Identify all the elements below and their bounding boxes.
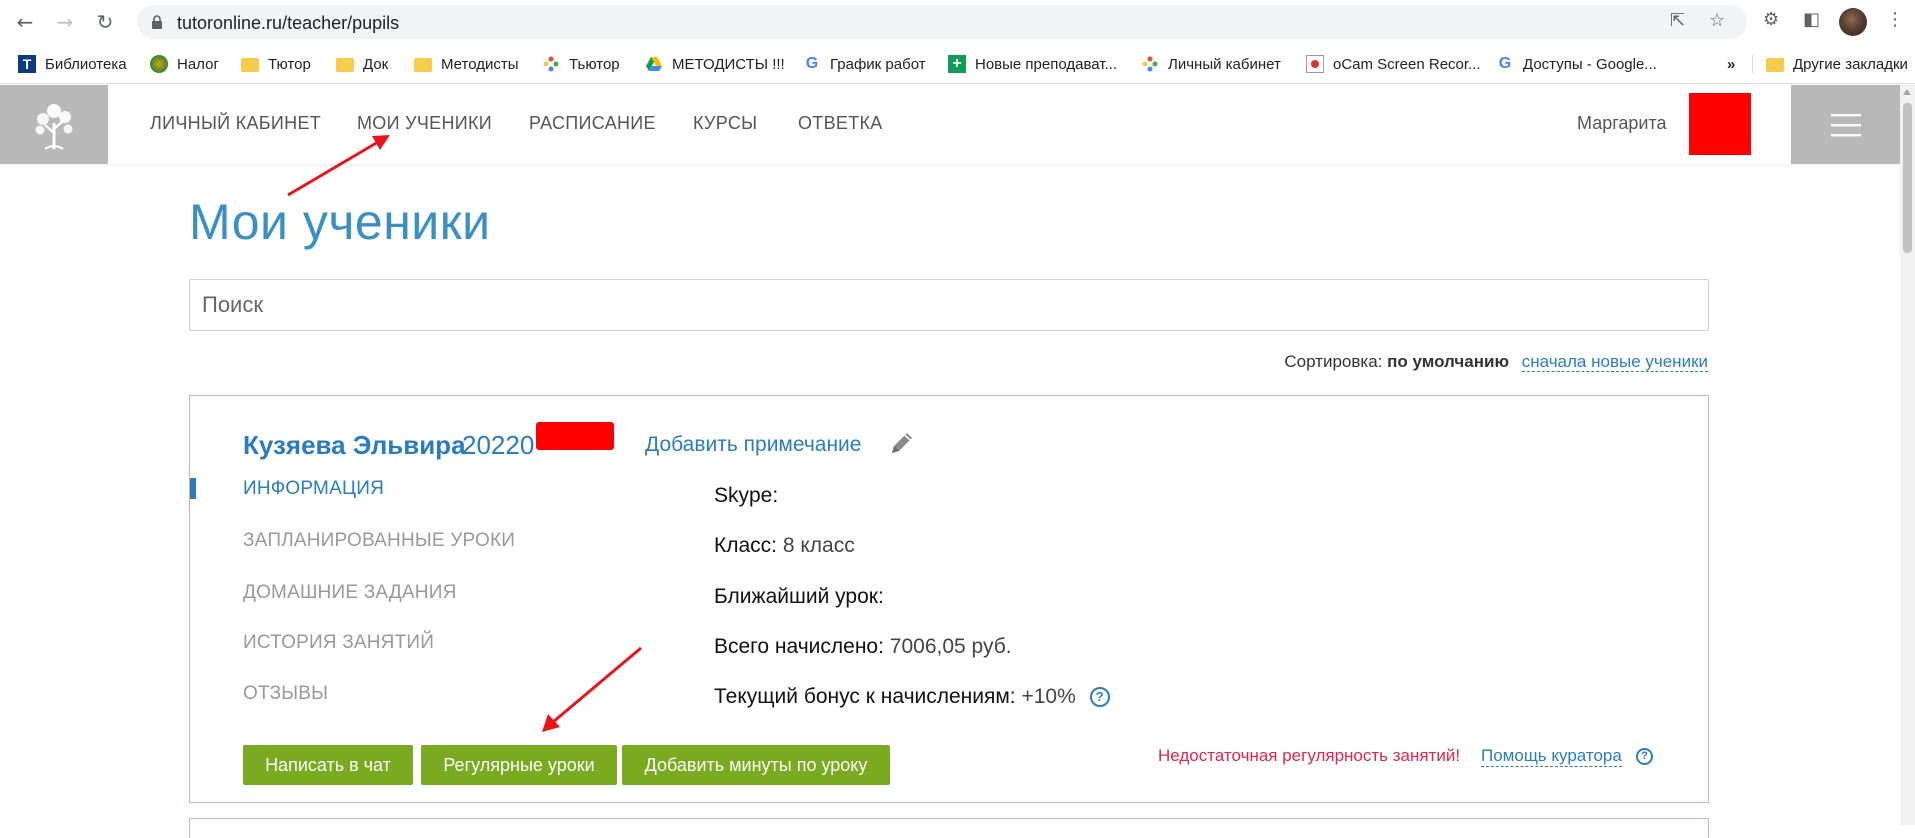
page-scrollbar[interactable] <box>1900 85 1915 825</box>
bookmark-star-icon[interactable]: ☆ <box>1709 12 1725 30</box>
add-minutes-button[interactable]: Добавить минуты по уроку <box>622 745 890 785</box>
ocam-icon <box>1306 55 1324 73</box>
scroll-thumb[interactable] <box>1903 103 1912 253</box>
bookmark-item[interactable]: Налог <box>150 53 219 75</box>
bookmark-item[interactable]: G График работ <box>803 53 926 75</box>
redacted-avatar <box>1689 93 1751 155</box>
regular-lessons-button[interactable]: Регулярные уроки <box>421 745 617 785</box>
active-tab-indicator <box>190 478 196 499</box>
sort-current: по умолчанию <box>1387 352 1509 371</box>
curator-help-link[interactable]: Помощь куратора <box>1481 746 1622 767</box>
site-logo[interactable] <box>0 85 108 164</box>
tab-reviews[interactable]: ОТЗЫВЫ <box>243 683 328 705</box>
info-bonus: Текущий бонус к начислениям: +10% ? <box>714 685 1110 709</box>
folder-icon <box>1766 58 1784 72</box>
forward-icon[interactable]: → <box>54 11 76 33</box>
kebab-menu-icon[interactable]: ⋮ <box>1886 11 1904 29</box>
more-bookmarks-button[interactable]: » <box>1727 53 1735 75</box>
total-value: 7006,05 руб. <box>889 635 1012 658</box>
info-total: Всего начислено: 7006,05 руб. <box>714 635 1012 659</box>
nav-otvetka[interactable]: ОТВЕТКА <box>798 113 883 134</box>
folder-icon <box>336 58 354 72</box>
tree-logo-icon <box>35 103 73 150</box>
side-panel-icon[interactable]: ◧ <box>1803 11 1820 29</box>
tax-globe-icon <box>150 55 168 73</box>
curator-help-icon[interactable]: ? <box>1636 748 1653 765</box>
bookmark-item[interactable]: Тьютор <box>542 53 620 75</box>
bonus-help-icon[interactable]: ? <box>1089 687 1110 708</box>
t-logo-icon: T <box>18 55 36 73</box>
share-icon[interactable]: ⇱ <box>1670 12 1685 30</box>
back-icon[interactable]: ← <box>14 11 36 33</box>
nav-my-pupils[interactable]: МОИ УЧЕНИКИ <box>357 113 492 134</box>
next-pupil-card <box>189 818 1709 838</box>
bookmarks-bar: T Библиотека Налог Тютор Док Методисты Т… <box>0 44 1915 84</box>
bonus-label: Текущий бонус к начислениям: <box>714 685 1016 708</box>
bookmark-item[interactable]: G Доступы - Google... <box>1496 53 1657 75</box>
tab-homework[interactable]: ДОМАШНИЕ ЗАДАНИЯ <box>243 582 457 604</box>
pupil-name[interactable]: Кузяева Эльвира <box>243 430 466 461</box>
scroll-up-icon[interactable] <box>1903 89 1911 95</box>
google-icon: G <box>1498 55 1512 72</box>
reload-icon[interactable]: ↻ <box>94 11 116 33</box>
write-chat-button[interactable]: Написать в чат <box>243 745 413 785</box>
pupil-card: Кузяева Эльвира 20220 Добавить примечани… <box>189 395 1709 803</box>
nav-personal-cabinet[interactable]: ЛИЧНЫЙ КАБИНЕТ <box>150 113 321 134</box>
sort-newest-link[interactable]: сначала новые ученики <box>1521 352 1708 372</box>
bookmark-item[interactable]: Методисты <box>414 53 519 75</box>
sheets-plus-icon: + <box>948 55 966 73</box>
add-note-link[interactable]: Добавить примечание <box>645 433 861 457</box>
pinwheel-icon <box>543 56 559 72</box>
bookmark-item[interactable]: oCam Screen Recor... <box>1306 53 1481 75</box>
redacted-id <box>536 422 614 450</box>
class-label: Класс: <box>714 534 777 557</box>
drive-icon <box>646 57 662 71</box>
tab-scheduled-lessons[interactable]: ЗАПЛАНИРОВАННЫЕ УРОКИ <box>243 530 515 552</box>
folder-icon <box>414 58 432 72</box>
site-header: ЛИЧНЫЙ КАБИНЕТ МОИ УЧЕНИКИ РАСПИСАНИЕ КУ… <box>0 85 1900 164</box>
browser-toolbar: ← → ↻ tutoronline.ru/teacher/pupils ⇱ ☆ … <box>0 0 1915 44</box>
pinwheel-icon <box>1142 56 1158 72</box>
bookmark-item[interactable]: Док <box>336 53 388 75</box>
bonus-value: +10% <box>1021 685 1076 708</box>
page-title: Мои ученики <box>189 194 491 250</box>
bookmark-item[interactable]: + Новые преподават... <box>948 53 1117 75</box>
info-next-lesson: Ближайший урок: <box>714 585 884 609</box>
info-class: Класс: 8 класс <box>714 534 855 558</box>
pupil-id: 20220 <box>462 430 535 460</box>
tab-information[interactable]: ИНФОРМАЦИЯ <box>243 478 384 500</box>
url-text: tutoronline.ru/teacher/pupils <box>177 13 400 33</box>
regularity-warning: Недостаточная регулярность занятий! <box>1158 746 1461 765</box>
sort-control: Сортировка: по умолчанию сначала новые у… <box>1284 352 1708 372</box>
other-bookmarks[interactable]: Другие закладки <box>1766 53 1908 75</box>
next-lesson-label: Ближайший урок: <box>714 585 884 608</box>
nav-courses[interactable]: КУРСЫ <box>693 113 757 134</box>
bookmark-item[interactable]: Личный кабинет <box>1141 53 1281 75</box>
tab-lesson-history[interactable]: ИСТОРИЯ ЗАНЯТИЙ <box>243 632 434 654</box>
pencil-edit-icon[interactable] <box>887 428 917 458</box>
bookmarks-divider <box>1752 55 1753 73</box>
google-icon: G <box>805 55 819 72</box>
total-label: Всего начислено: <box>714 635 884 658</box>
sort-label: Сортировка: <box>1284 352 1383 371</box>
folder-icon <box>241 58 259 72</box>
bookmark-item[interactable]: МЕТОДИСТЫ !!! <box>645 53 785 75</box>
address-bar[interactable]: tutoronline.ru/teacher/pupils ⇱ ☆ <box>137 5 1747 39</box>
bookmark-item[interactable]: Тютор <box>241 53 311 75</box>
class-value: 8 класс <box>782 534 855 557</box>
hamburger-menu-button[interactable] <box>1791 85 1900 164</box>
nav-schedule[interactable]: РАСПИСАНИЕ <box>529 113 656 134</box>
profile-avatar[interactable] <box>1839 8 1867 36</box>
hamburger-icon <box>1830 113 1861 136</box>
lock-icon <box>152 15 162 29</box>
skype-label: Skype: <box>714 484 779 507</box>
info-skype: Skype: <box>714 484 778 508</box>
user-name[interactable]: Маргарита <box>1577 113 1667 134</box>
bookmark-item[interactable]: T Библиотека <box>18 53 127 75</box>
search-input[interactable] <box>189 279 1709 331</box>
extensions-icon[interactable]: ⚙ <box>1763 11 1779 29</box>
